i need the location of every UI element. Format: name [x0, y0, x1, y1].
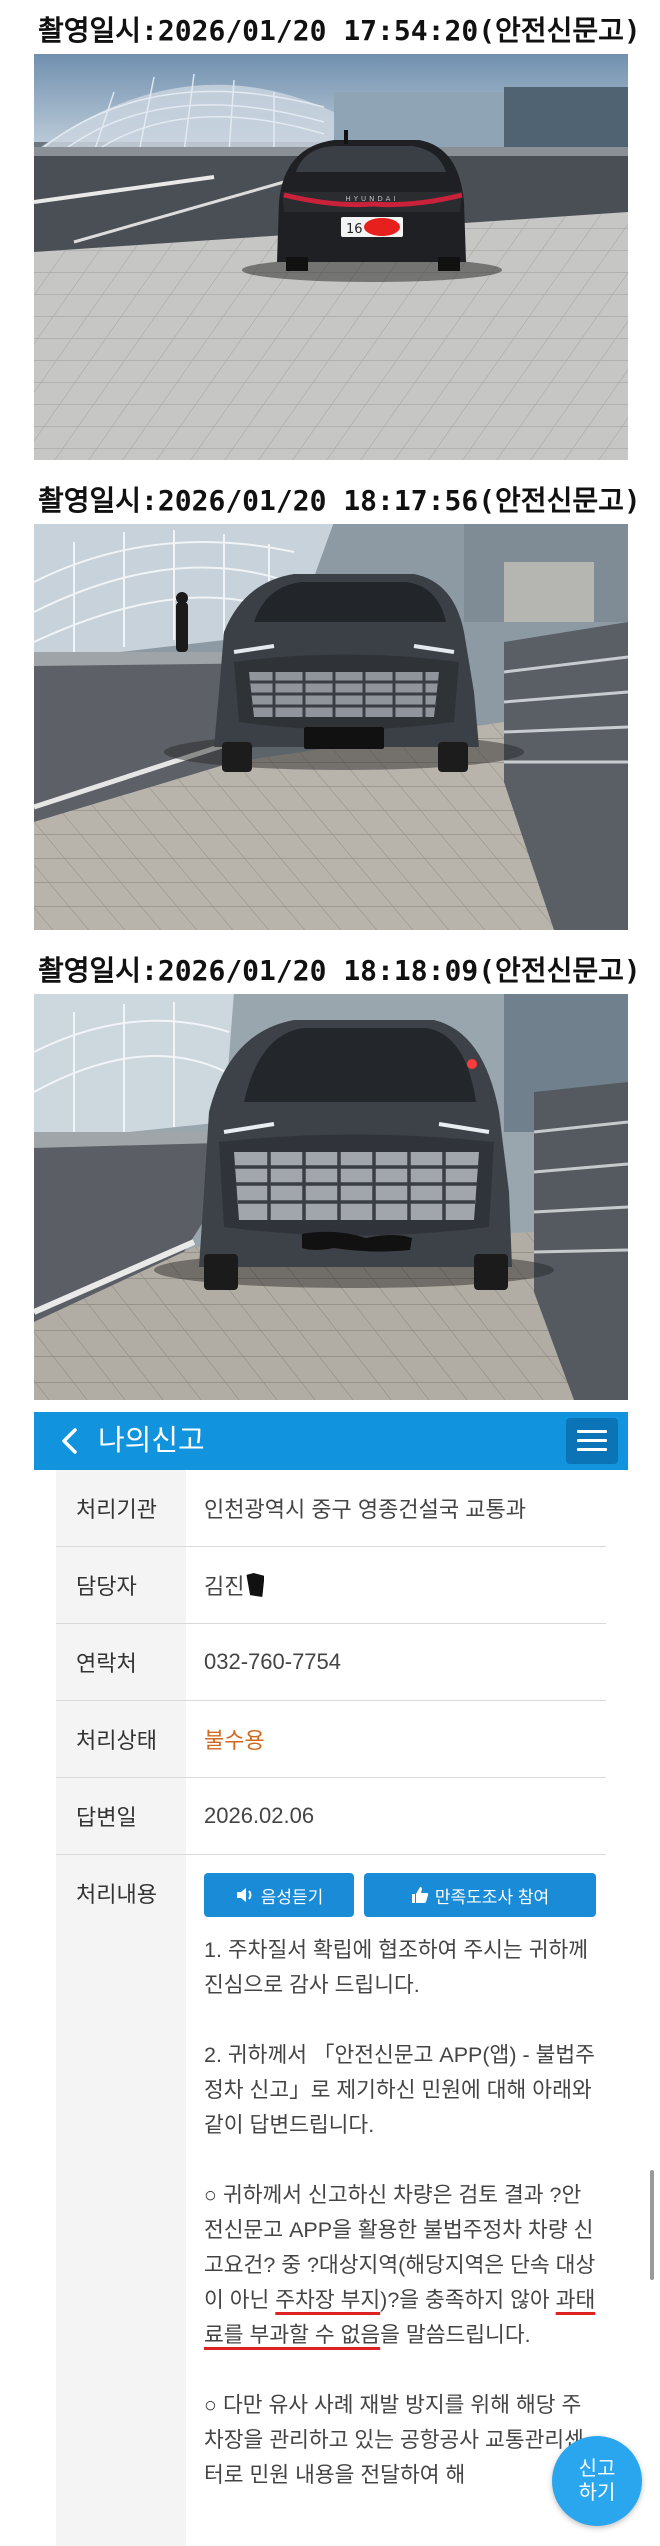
row-agency: 처리기관 인천광역시 중구 영종건설국 교통과 — [56, 1470, 606, 1547]
reply-content: 1. 주차질서 확립에 협조하여 주시는 귀하께 진심으로 감사 드립니다. 2… — [204, 1933, 596, 2528]
menu-button[interactable] — [566, 1418, 618, 1464]
report-fab-button[interactable]: 신고하기 — [552, 2436, 642, 2526]
row-value: 032-760-7754 — [204, 1649, 342, 1674]
photo-suv-close — [34, 992, 628, 1400]
photo-timestamp: 촬영일시:2026/01/20 17:54:20(안전신문고) — [34, 8, 645, 54]
redaction-mark — [246, 1573, 265, 1597]
row-label: 답변일 — [56, 1778, 186, 1854]
report-fab-label: 신고하기 — [578, 2458, 616, 2504]
row-value-wrap: 김진 — [204, 1547, 265, 1623]
photo-timestamp: 촬영일시:2026/01/20 18:17:56(안전신문고) — [34, 478, 645, 524]
row-officer: 담당자 김진 — [56, 1547, 606, 1624]
app-screen: 나의신고 처리기관 인천광역시 중구 영종건설국 교통과 담당자 김진 연락처 … — [34, 1412, 628, 2546]
report-detail-table: 처리기관 인천광역시 중구 영종건설국 교통과 담당자 김진 연락처 032-7… — [56, 1470, 606, 2546]
listen-button[interactable]: 음성듣기 — [204, 1873, 354, 1917]
reply-paragraph-3: ○ 귀하께서 신고하신 차량은 검토 결과 ?안전신문고 APP을 활용한 불법… — [204, 2183, 596, 2347]
row-contact: 연락처 032-760-7754 — [56, 1624, 606, 1701]
page-title: 나의신고 — [98, 1425, 205, 1457]
row-label: 처리상태 — [56, 1701, 186, 1777]
row-value: 2026.02.06 — [204, 1803, 315, 1828]
thumbs-up-icon — [411, 1887, 429, 1903]
app-header: 나의신고 — [34, 1412, 628, 1470]
listen-label: 음성듣기 — [260, 1887, 324, 1907]
survey-button[interactable]: 만족도조사 참여 — [364, 1873, 596, 1917]
hamburger-icon — [577, 1430, 607, 1433]
row-value: 인천광역시 중구 영종건설국 교통과 — [204, 1497, 526, 1522]
row-label: 연락처 — [56, 1624, 186, 1700]
row-label: 담당자 — [56, 1547, 186, 1623]
svg-text:HYUNDAI: HYUNDAI — [345, 195, 398, 203]
survey-label: 만족도조사 참여 — [434, 1887, 550, 1907]
photo-suv-front — [34, 522, 628, 930]
license-plate-text: 16 — [346, 222, 363, 237]
row-status: 처리상태 불수용 — [56, 1701, 606, 1778]
officer-name: 김진 — [204, 1574, 245, 1599]
status-value: 불수용 — [204, 1728, 265, 1753]
reply-paragraph-4: ○ 다만 유사 사례 재발 방지를 위해 해당 주차장을 관리하고 있는 공항공… — [204, 2393, 584, 2487]
photo-black-sedan: 16 HYUNDAI — [34, 52, 628, 460]
row-content: 처리내용 음성듣기 만족도조사 참여 1. 주차질서 확립에 협조하여 주시는 … — [56, 1855, 606, 2546]
row-label: 처리기관 — [56, 1470, 186, 1546]
row-reply-date: 답변일 2026.02.06 — [56, 1778, 606, 1855]
reply-paragraph-2: 2. 귀하께서 「안전신문고 APP(앱) - 불법주정차 신고」로 제기하신 … — [204, 2043, 595, 2137]
row-label: 처리내용 — [56, 1855, 186, 2546]
scrollbar-thumb[interactable] — [650, 2170, 654, 2280]
reply-paragraph-1: 1. 주차질서 확립에 협조하여 주시는 귀하께 진심으로 감사 드립니다. — [204, 1938, 589, 1997]
back-arrow-icon[interactable] — [56, 1426, 86, 1456]
photo-timestamp: 촬영일시:2026/01/20 18:18:09(안전신문고) — [34, 948, 645, 994]
underlined-parking-lot: 주차장 부지 — [275, 2288, 381, 2312]
speaker-icon — [236, 1888, 252, 1902]
